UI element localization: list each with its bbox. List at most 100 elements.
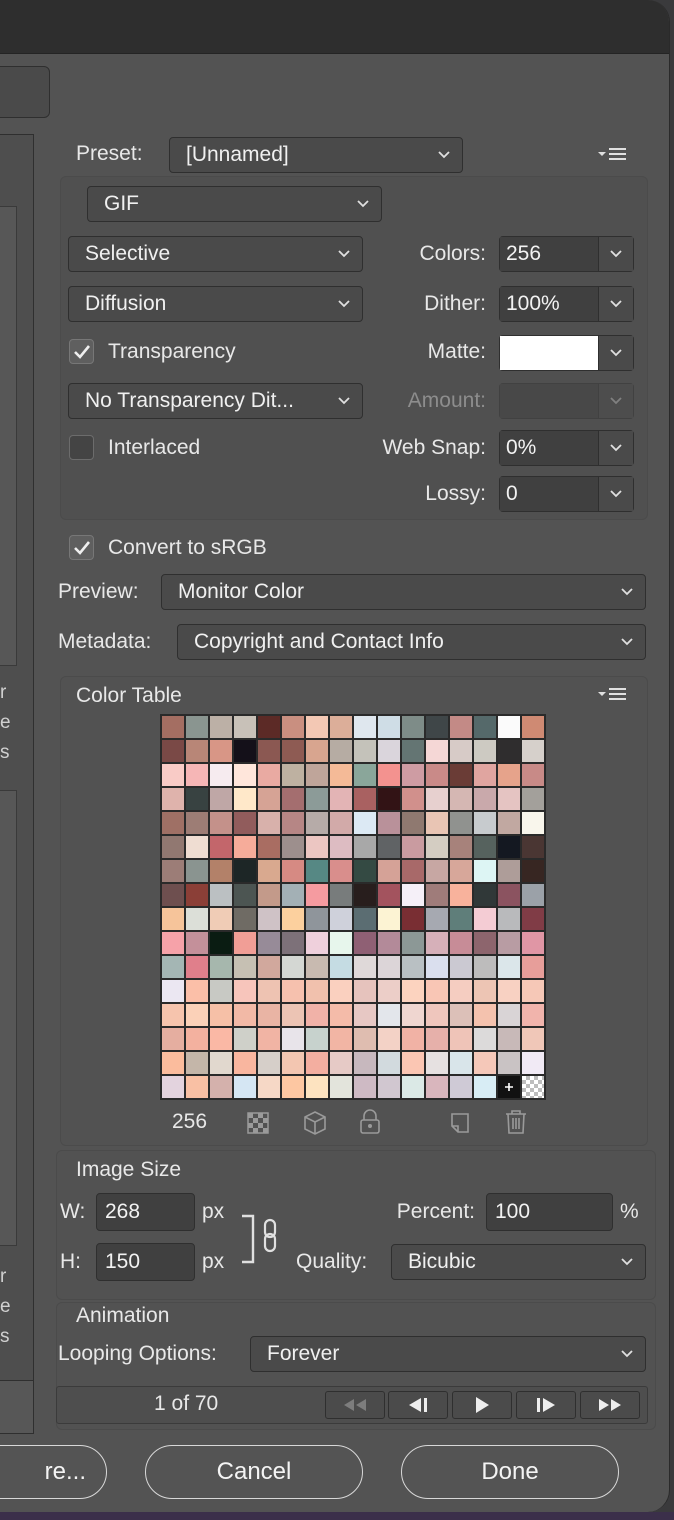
trash-icon[interactable] <box>503 1108 529 1136</box>
color-swatch[interactable] <box>330 980 352 1002</box>
color-swatch[interactable] <box>186 716 208 738</box>
color-swatch[interactable] <box>210 1004 232 1026</box>
color-swatch[interactable] <box>354 932 376 954</box>
matte-color-swatch[interactable] <box>500 336 599 370</box>
color-swatch[interactable] <box>378 1076 400 1098</box>
color-swatch[interactable] <box>210 884 232 906</box>
color-swatch[interactable] <box>306 812 328 834</box>
color-swatch[interactable] <box>210 860 232 882</box>
color-swatch[interactable] <box>522 836 544 858</box>
color-swatch[interactable] <box>186 908 208 930</box>
color-swatch[interactable] <box>498 860 520 882</box>
color-swatch[interactable] <box>234 980 256 1002</box>
color-swatch[interactable] <box>258 764 280 786</box>
looping-options-select[interactable]: Forever <box>250 1336 646 1372</box>
color-swatch[interactable] <box>330 956 352 978</box>
color-swatch[interactable] <box>354 1004 376 1026</box>
color-swatch[interactable] <box>426 764 448 786</box>
color-swatch[interactable] <box>522 1028 544 1050</box>
color-swatch[interactable] <box>162 1028 184 1050</box>
color-swatch[interactable] <box>282 956 304 978</box>
color-swatch[interactable] <box>522 932 544 954</box>
color-swatch[interactable] <box>210 812 232 834</box>
color-swatch[interactable] <box>426 908 448 930</box>
last-frame-button[interactable] <box>580 1391 640 1419</box>
color-swatch[interactable] <box>258 836 280 858</box>
color-swatch[interactable] <box>234 1004 256 1026</box>
color-swatch[interactable] <box>450 1076 472 1098</box>
color-swatch[interactable] <box>450 812 472 834</box>
color-swatch[interactable] <box>402 884 424 906</box>
color-swatch[interactable] <box>402 1028 424 1050</box>
color-swatch[interactable] <box>306 1028 328 1050</box>
color-swatch[interactable] <box>234 812 256 834</box>
color-swatch[interactable] <box>330 884 352 906</box>
color-swatch[interactable] <box>450 764 472 786</box>
color-swatch[interactable] <box>162 788 184 810</box>
color-swatch[interactable] <box>186 788 208 810</box>
color-swatch[interactable] <box>402 1052 424 1074</box>
constrain-proportions-link-icon[interactable] <box>240 1214 282 1266</box>
color-swatch[interactable] <box>330 740 352 762</box>
preset-select[interactable]: [Unnamed] <box>169 137 463 173</box>
color-swatch[interactable] <box>426 788 448 810</box>
color-swatch[interactable] <box>210 956 232 978</box>
color-swatch[interactable] <box>450 980 472 1002</box>
color-swatch[interactable] <box>498 740 520 762</box>
color-swatch[interactable] <box>258 860 280 882</box>
color-swatch[interactable] <box>378 980 400 1002</box>
color-swatch[interactable] <box>450 1052 472 1074</box>
color-swatch[interactable] <box>186 740 208 762</box>
color-swatch[interactable] <box>426 884 448 906</box>
color-swatch[interactable] <box>402 788 424 810</box>
color-swatch[interactable] <box>258 980 280 1002</box>
color-swatch[interactable] <box>234 884 256 906</box>
color-swatch[interactable] <box>498 980 520 1002</box>
color-swatch[interactable] <box>450 932 472 954</box>
color-swatch[interactable] <box>378 812 400 834</box>
color-swatch[interactable] <box>426 812 448 834</box>
color-swatch[interactable] <box>162 1076 184 1098</box>
color-swatch[interactable] <box>450 860 472 882</box>
color-swatch[interactable] <box>426 980 448 1002</box>
color-swatch[interactable] <box>402 908 424 930</box>
color-swatch[interactable] <box>474 908 496 930</box>
color-swatch[interactable] <box>426 836 448 858</box>
next-frame-button[interactable] <box>516 1391 576 1419</box>
color-swatch[interactable] <box>186 956 208 978</box>
color-swatch[interactable] <box>186 932 208 954</box>
dither-input[interactable]: 100% <box>500 287 599 321</box>
color-swatch[interactable] <box>306 716 328 738</box>
color-swatch[interactable] <box>162 860 184 882</box>
play-button[interactable] <box>452 1391 512 1419</box>
color-swatch[interactable] <box>474 788 496 810</box>
color-table-grid[interactable] <box>160 714 546 1100</box>
color-swatch[interactable] <box>162 836 184 858</box>
color-swatch[interactable] <box>498 908 520 930</box>
color-swatch[interactable] <box>426 860 448 882</box>
color-swatch[interactable] <box>498 716 520 738</box>
interlaced-checkbox[interactable] <box>69 435 94 460</box>
color-swatch[interactable] <box>162 956 184 978</box>
color-swatch[interactable] <box>354 836 376 858</box>
color-swatch[interactable] <box>354 860 376 882</box>
color-swatch[interactable] <box>354 812 376 834</box>
color-swatch[interactable] <box>282 1028 304 1050</box>
color-swatch[interactable] <box>378 884 400 906</box>
color-swatch[interactable] <box>354 1076 376 1098</box>
color-swatch[interactable] <box>282 1004 304 1026</box>
color-swatch[interactable] <box>522 980 544 1002</box>
color-swatch[interactable] <box>282 1076 304 1098</box>
color-swatch[interactable] <box>306 1004 328 1026</box>
color-swatch[interactable] <box>450 836 472 858</box>
color-swatch[interactable] <box>450 1028 472 1050</box>
convert-srgb-checkbox[interactable] <box>69 535 94 560</box>
colors-input[interactable]: 256 <box>500 237 599 271</box>
color-swatch[interactable] <box>210 1076 232 1098</box>
color-swatch[interactable] <box>450 956 472 978</box>
web-snap-dropdown[interactable] <box>599 431 633 465</box>
color-swatch[interactable] <box>234 836 256 858</box>
color-swatch[interactable] <box>282 836 304 858</box>
color-swatch[interactable] <box>450 716 472 738</box>
color-swatch[interactable] <box>330 908 352 930</box>
